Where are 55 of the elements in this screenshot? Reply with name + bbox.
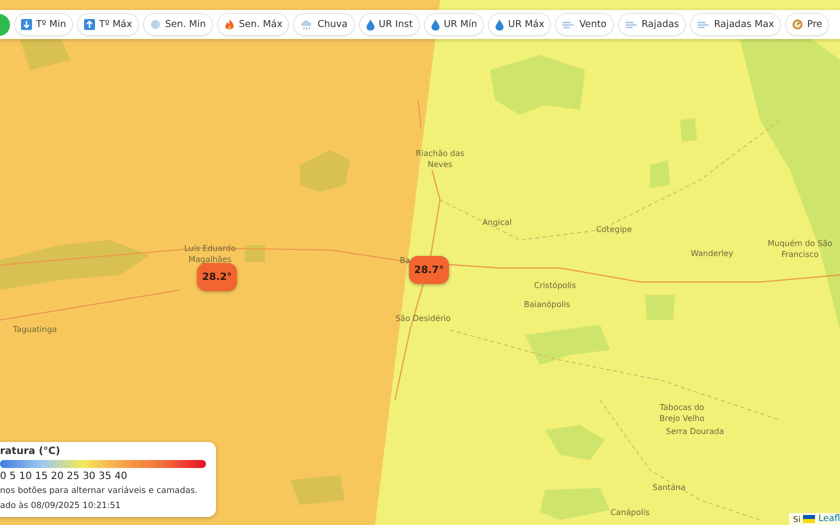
down-arrow-icon: [21, 19, 32, 30]
place-label: Taguatinga: [12, 324, 58, 335]
vegetation-area: [545, 425, 605, 460]
place-label: Canápolis: [609, 507, 651, 518]
place-label: Serra Dourada: [664, 426, 726, 437]
vegetation-area: [680, 118, 697, 142]
wind-icon: [697, 19, 710, 30]
place-label: Tabocas do Brejo Velho: [658, 402, 706, 424]
place-label: Wanderley: [690, 248, 734, 259]
variable-button[interactable]: Chuva: [293, 13, 355, 36]
water-drop-icon: [366, 18, 375, 30]
variable-button[interactable]: Pre: [785, 13, 830, 36]
variable-button[interactable]: Vento: [555, 13, 614, 36]
variable-button[interactable]: UR Inst: [358, 13, 420, 36]
place-label: Luís Eduardo Magalhães: [183, 243, 237, 265]
vegetation-area: [300, 150, 350, 192]
legend-hint: nos botões para alternar variáveis e camadas.: [0, 485, 199, 497]
variable-button[interactable]: Rajadas Max: [690, 13, 782, 36]
variable-button[interactable]: Sen. Min: [143, 13, 213, 36]
variable-button[interactable]: Rajadas: [618, 13, 686, 36]
place-label: Baianópolis: [522, 299, 572, 310]
place-label: Ba: [398, 255, 412, 266]
wind-icon: [624, 19, 638, 30]
temperature-marker[interactable]: 28.7°: [409, 256, 449, 284]
variable-button[interactable]: Sen. Máx: [216, 13, 290, 36]
place-label: Cotegipe: [595, 224, 633, 235]
up-arrow-icon: [84, 19, 96, 30]
place-label: Santana: [651, 482, 687, 493]
water-drop-icon: [430, 18, 440, 30]
vegetation-area: [290, 475, 345, 505]
scale-labels: 0 5 10 15 20 25 30 35 40: [0, 471, 128, 482]
place-label: São Desidério: [394, 313, 452, 324]
water-drop-icon: [495, 18, 504, 30]
place-label: Muquém do São Francisco: [766, 238, 834, 260]
variable-button[interactable]: Tº Min: [14, 13, 74, 36]
temperature-marker[interactable]: 28.2°: [197, 263, 237, 291]
gauge-icon: [792, 19, 804, 30]
place-label: Riachão das Neves: [414, 148, 466, 170]
place-label: Angical: [481, 217, 513, 228]
vegetation-area: [245, 245, 265, 262]
vegetation-area: [645, 295, 675, 320]
attribution-text: Si: [793, 514, 800, 524]
update-time: ado às 08/09/2025 10:21:51: [0, 500, 122, 512]
place-label: Cristópolis: [533, 280, 577, 291]
flame-icon: [224, 18, 235, 30]
variable-button[interactable]: UR Máx: [488, 13, 552, 36]
rain-cloud-icon: [300, 19, 314, 30]
vegetation-area: [540, 488, 610, 520]
flag-icon: [803, 515, 816, 523]
legend-title: ratura (°C): [0, 446, 62, 457]
leaflet-link[interactable]: Leafl: [818, 514, 840, 524]
wind-icon: [562, 19, 576, 30]
variable-button[interactable]: UR Mín: [424, 13, 484, 36]
variable-button[interactable]: Tº Máx: [77, 13, 140, 36]
vegetation-area: [650, 160, 670, 188]
